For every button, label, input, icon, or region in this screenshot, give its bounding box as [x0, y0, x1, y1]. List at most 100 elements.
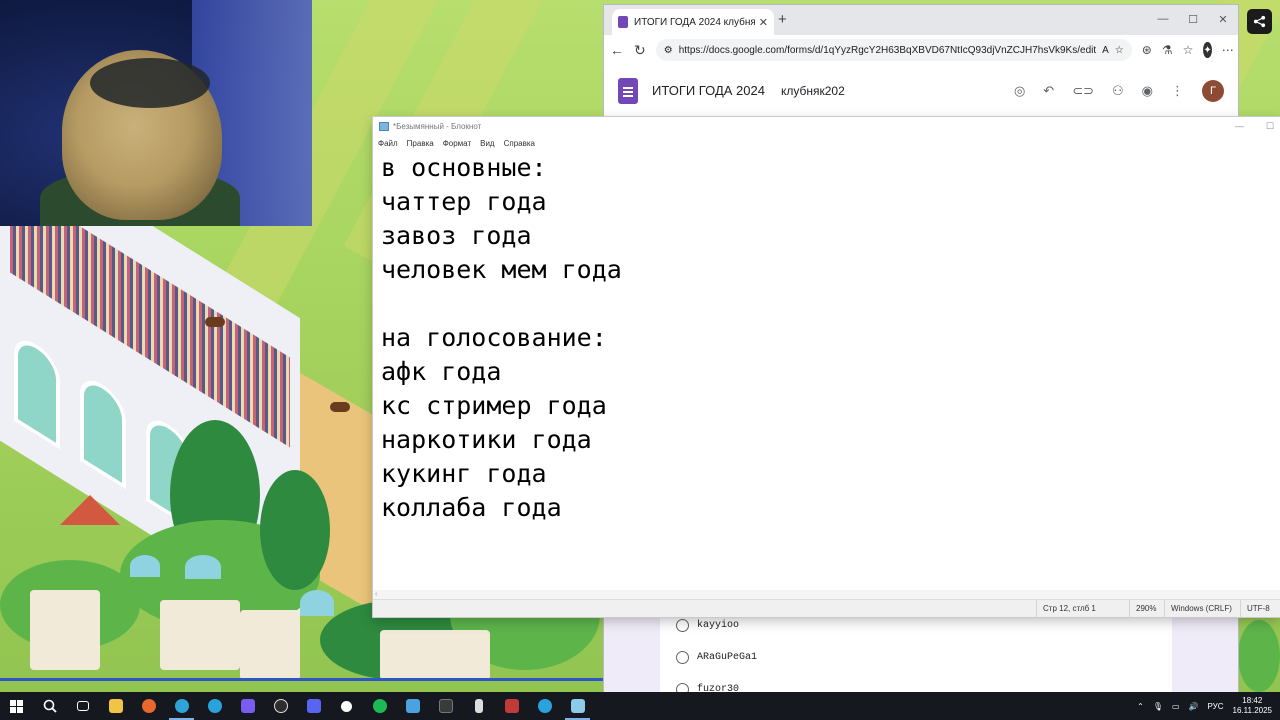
taskbar-app-circle[interactable] [330, 692, 363, 720]
notepad-icon [379, 121, 389, 131]
horizontal-scrollbar[interactable]: ‹ [373, 590, 1280, 599]
notepad-statusbar: Стр 12, стлб 1 290% Windows (CRLF) UTF-8 [373, 599, 1280, 618]
menu-format[interactable]: Формат [443, 139, 471, 148]
minimize-icon[interactable]: — [1235, 121, 1244, 132]
taskbar-file-explorer[interactable] [99, 692, 132, 720]
tray-chevron-up-icon[interactable]: ⌃ [1137, 702, 1144, 711]
menu-view[interactable]: Вид [480, 139, 494, 148]
app-box-icon [438, 699, 453, 713]
maximize-icon[interactable]: ☐ [1178, 5, 1208, 33]
taskbar: ⌃ 🎙 ▭ 🔊 РУС 18:42 16.11.2025 [0, 692, 1280, 720]
preview-icon[interactable]: ◉ [1142, 83, 1153, 99]
close-icon[interactable]: ✕ [1208, 5, 1238, 33]
translate-icon[interactable]: A [1102, 45, 1109, 56]
more-options-icon[interactable]: ⋮ [1171, 83, 1184, 99]
v-app-icon [240, 699, 255, 713]
radio-option[interactable]: kayyioo [676, 619, 739, 632]
language-indicator[interactable]: РУС [1208, 702, 1224, 711]
url-text: https://docs.google.com/forms/d/1qYyzRgc… [678, 44, 1097, 56]
text-line: афк года [381, 357, 502, 386]
taskbar-telegram-2[interactable] [528, 692, 561, 720]
windows-logo-icon [10, 699, 23, 713]
cursor-position: Стр 12, стлб 1 [1036, 600, 1129, 618]
network-icon[interactable]: ▭ [1172, 702, 1180, 711]
add-collaborator-icon[interactable]: ⚇ [1112, 83, 1124, 99]
taskbar-app-v[interactable] [231, 692, 264, 720]
taskbar-remote-desktop[interactable] [396, 692, 429, 720]
device-icon [474, 699, 483, 713]
monitor-icon [405, 699, 420, 713]
menu-file[interactable]: Файл [378, 139, 398, 148]
share-icon [1253, 15, 1266, 28]
maximize-icon[interactable]: ☐ [1266, 121, 1274, 132]
obs-icon [273, 699, 288, 713]
taskbar-spotify[interactable] [363, 692, 396, 720]
palette-icon[interactable]: ◎ [1014, 83, 1025, 99]
window-controls: — ☐ ✕ [1148, 5, 1238, 33]
radio-option[interactable]: ARaGuPeGa1 [676, 651, 757, 664]
tab-close-icon[interactable]: ✕ [759, 16, 768, 29]
google-forms-icon [618, 16, 628, 28]
radio-option-label: kayyioo [697, 620, 740, 631]
reload-icon[interactable]: ↻ [634, 42, 646, 59]
bookmark-star-icon[interactable]: ☆ [1115, 45, 1124, 56]
new-tab-button[interactable]: + [778, 11, 787, 28]
taskbar-edge[interactable] [165, 692, 198, 720]
spotify-icon [372, 699, 387, 713]
radio-button[interactable] [676, 619, 689, 632]
taskbar-app-box[interactable] [429, 692, 462, 720]
tab-title: ИТОГИ ГОДА 2024 клубняк2024 [634, 16, 755, 28]
notepad-titlebar: *Безымянный - Блокнот — ☐ [373, 117, 1280, 135]
undo-icon[interactable]: ↶ [1043, 83, 1054, 99]
text-line [381, 287, 1280, 321]
forms-header: ИТОГИ ГОДА 2024 клубняк202 ◎ ↶ ⊂⊃ ⚇ ◉ ⋮ … [604, 65, 1238, 117]
menu-help[interactable]: Справка [504, 139, 535, 148]
browser-tab-forms[interactable]: ИТОГИ ГОДА 2024 клубняк2024 ✕ [612, 9, 774, 35]
browser-toolbar: ← ↻ ⚙ https://docs.google.com/forms/d/1q… [604, 35, 1238, 65]
menu-edit[interactable]: Правка [407, 139, 434, 148]
notepad-text-area[interactable]: в основные: чаттер года завоз года челов… [381, 151, 1280, 591]
firefox-icon [141, 699, 156, 713]
text-line: кс стример года [381, 391, 607, 420]
extension-icon[interactable]: ⊛ [1142, 43, 1152, 57]
notepad-menubar: Файл Правка Формат Вид Справка [373, 135, 1280, 151]
minimize-icon[interactable]: — [1148, 5, 1178, 33]
form-account-name: клубняк202 [780, 83, 845, 98]
clock-date: 16.11.2025 [1232, 706, 1272, 715]
red-app-icon [504, 699, 519, 713]
telegram-icon [537, 699, 552, 713]
start-button[interactable] [0, 692, 33, 720]
extensions-puzzle-icon[interactable]: ⚗ [1162, 43, 1173, 57]
browser-menu-icon[interactable]: ⋯ [1222, 43, 1234, 57]
notepad-icon [570, 699, 585, 713]
favorites-icon[interactable]: ☆ [1183, 43, 1194, 57]
text-line: кукинг года [381, 459, 547, 488]
address-bar[interactable]: ⚙ https://docs.google.com/forms/d/1qYyzR… [655, 39, 1132, 61]
taskbar-notepad[interactable] [561, 692, 594, 720]
search-button[interactable] [33, 692, 66, 720]
search-icon [43, 699, 57, 713]
taskbar-telegram[interactable] [198, 692, 231, 720]
taskbar-firefox[interactable] [132, 692, 165, 720]
radio-button[interactable] [676, 651, 689, 664]
back-arrow-icon[interactable]: ← [610, 42, 624, 58]
folder-icon [108, 699, 123, 713]
form-title[interactable]: ИТОГИ ГОДА 2024 [652, 83, 765, 98]
clock[interactable]: 18:42 16.11.2025 [1233, 696, 1272, 716]
taskbar-app-red[interactable] [495, 692, 528, 720]
link-icon[interactable]: ⊂⊃ [1072, 83, 1094, 99]
circle-app-icon [341, 700, 352, 712]
taskbar-notepad-phone[interactable] [462, 692, 495, 720]
site-info-icon[interactable]: ⚙ [664, 45, 673, 56]
share-button[interactable] [1247, 9, 1272, 34]
task-view-button[interactable] [66, 692, 99, 720]
google-forms-logo[interactable] [618, 77, 638, 104]
account-avatar[interactable]: Г [1202, 79, 1224, 102]
text-line: человек мем года [381, 255, 622, 284]
microphone-icon[interactable]: 🎙 [1153, 702, 1163, 711]
notepad-window: *Безымянный - Блокнот — ☐ Файл Правка Фо… [373, 117, 1280, 618]
volume-icon[interactable]: 🔊 [1189, 702, 1199, 711]
taskbar-obs[interactable] [264, 692, 297, 720]
taskbar-discord[interactable] [297, 692, 330, 720]
profile-avatar-icon[interactable]: ✦ [1203, 42, 1212, 58]
